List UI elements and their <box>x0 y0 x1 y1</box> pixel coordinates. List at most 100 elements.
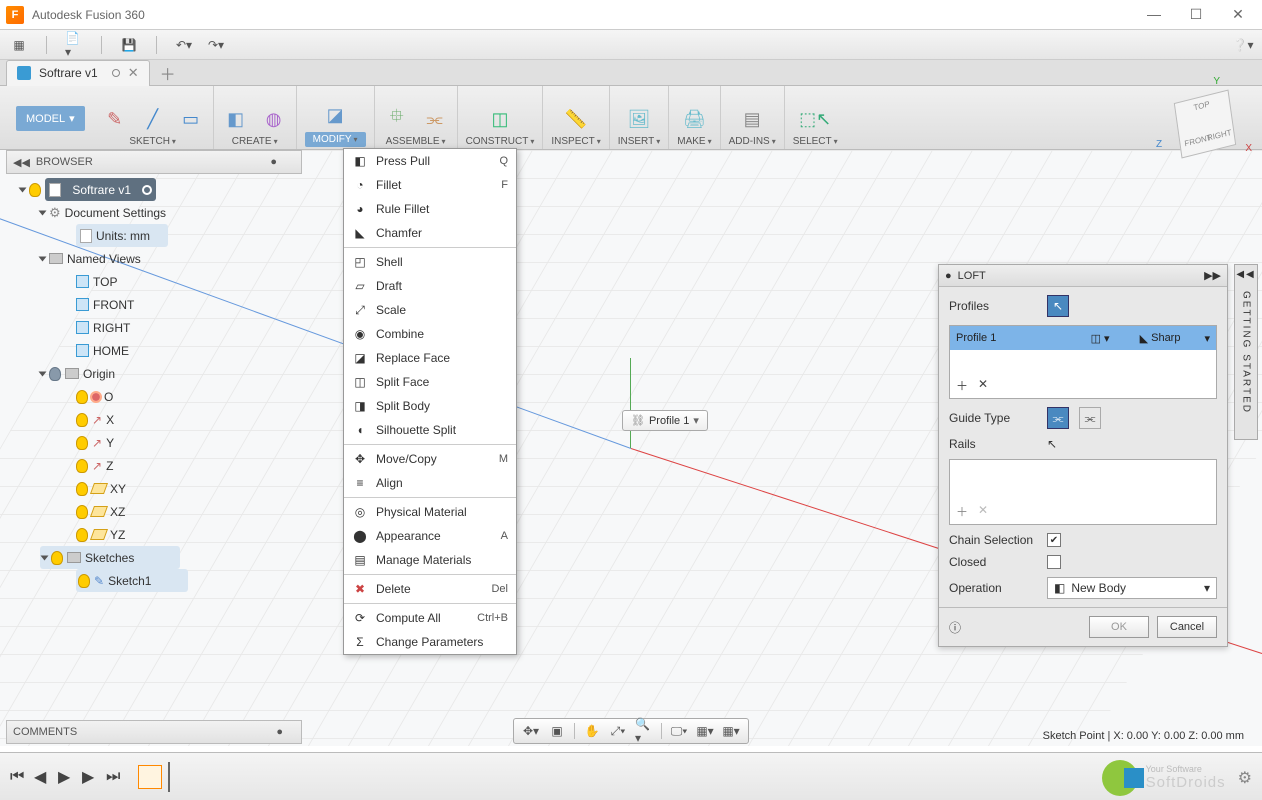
profiles-select-button[interactable]: ↖ <box>1047 295 1069 317</box>
chevron-down-icon[interactable]: ▾ <box>1204 332 1210 345</box>
grid-menu-icon[interactable]: ▦ <box>10 36 28 54</box>
tree-origin-z[interactable]: Z <box>106 459 113 473</box>
chevron-down-icon[interactable]: ▾ <box>693 414 699 427</box>
menu-draft[interactable]: ▱Draft <box>344 274 516 298</box>
bulb-icon[interactable] <box>76 482 88 496</box>
menu-align[interactable]: ≡Align <box>344 471 516 495</box>
pan-icon[interactable]: ✋ <box>583 722 601 740</box>
menu-rule-fillet[interactable]: ◕Rule Fillet <box>344 197 516 221</box>
menu-manage-materials[interactable]: ▤Manage Materials <box>344 548 516 572</box>
tree-origin-x[interactable]: X <box>106 413 114 427</box>
display-icon[interactable]: 🖵▾ <box>670 722 688 740</box>
menu-silhouette-split[interactable]: ◖Silhouette Split <box>344 418 516 442</box>
redo-icon[interactable]: ↷▾ <box>207 36 225 54</box>
panel-dot-icon[interactable]: ● <box>270 156 277 168</box>
chevron-down-icon[interactable]: ▾ <box>1204 581 1210 595</box>
bulb-icon[interactable] <box>76 390 88 404</box>
cancel-button[interactable]: Cancel <box>1157 616 1217 638</box>
timeline-marker[interactable] <box>168 762 170 792</box>
tree-origin-xy[interactable]: XY <box>110 482 126 496</box>
ok-button[interactable]: OK <box>1089 616 1149 638</box>
browser-header[interactable]: ◀◀ BROWSER ● <box>6 150 302 174</box>
box-tool-icon[interactable]: ◧ <box>222 105 250 133</box>
menu-physical-material[interactable]: ◎Physical Material <box>344 500 516 524</box>
ribbon-modify-group[interactable]: ◪ MODIFY▾ <box>297 86 375 149</box>
close-button[interactable]: ✕ <box>1226 6 1250 23</box>
viewcube[interactable]: Y X Z TOP FRONT RIGHT <box>1170 90 1240 160</box>
timeline-next-icon[interactable]: ▶ <box>82 767 98 787</box>
sketch-tool-icon[interactable]: ✎ <box>101 105 129 133</box>
maximize-button[interactable]: ☐ <box>1184 6 1208 23</box>
orbit-icon[interactable]: ✥▾ <box>522 722 540 740</box>
bulb-icon[interactable] <box>76 413 88 427</box>
bulb-icon[interactable] <box>78 574 90 588</box>
add-profile-button[interactable]: ＋ <box>956 377 968 394</box>
zoom-window-icon[interactable]: 🔍▾ <box>635 722 653 740</box>
bulb-icon[interactable] <box>76 528 88 542</box>
bulb-icon[interactable] <box>76 505 88 519</box>
profile-row-1[interactable]: Profile 1 ◫ ▾ ◣ Sharp ▾ <box>950 326 1216 350</box>
insert-tool-icon[interactable]: 🖼 <box>625 105 653 133</box>
tree-origin-y[interactable]: Y <box>106 436 114 450</box>
add-rail-button[interactable]: ＋ <box>956 503 968 520</box>
tree-root[interactable]: Softrare v1 <box>45 178 156 201</box>
lookat-icon[interactable]: ▣ <box>548 722 566 740</box>
asm-tool-icon[interactable]: ⫘ <box>421 105 449 133</box>
tree-units[interactable]: Units: mm <box>96 229 150 243</box>
profile-list[interactable]: Profile 1 ◫ ▾ ◣ Sharp ▾ ＋ ✕ <box>949 325 1217 399</box>
select-tool-icon[interactable]: ⬚↖ <box>801 105 829 133</box>
addins-tool-icon[interactable]: ▤ <box>738 105 766 133</box>
panel-dot-icon[interactable]: ● <box>276 726 283 738</box>
rails-list[interactable]: ＋ ✕ <box>949 459 1217 525</box>
tree-named-views[interactable]: Named Views <box>67 252 141 266</box>
menu-split-body[interactable]: ◨Split Body <box>344 394 516 418</box>
menu-scale[interactable]: ⤢Scale <box>344 298 516 322</box>
line-tool-icon[interactable]: ╱ <box>139 105 167 133</box>
guide-type-option-2[interactable]: ⫘ <box>1079 407 1101 429</box>
tree-origin[interactable]: Origin <box>83 367 115 381</box>
tree-sketches[interactable]: Sketches <box>85 551 134 565</box>
tree-view-right[interactable]: RIGHT <box>93 321 130 335</box>
guide-type-option-1[interactable]: ⫘ <box>1047 407 1069 429</box>
menu-appearance[interactable]: ⬤AppearanceA <box>344 524 516 548</box>
canvas-profile-label[interactable]: ⛓ Profile 1 ▾ <box>622 410 708 431</box>
rect-tool-icon[interactable]: ▭ <box>177 105 205 133</box>
undo-icon[interactable]: ↶▾ <box>175 36 193 54</box>
document-tab[interactable]: Softrare v1 ✕ <box>6 60 150 86</box>
minimize-button[interactable]: — <box>1142 6 1166 23</box>
timeline-play-icon[interactable]: ▶ <box>58 767 74 787</box>
plane-tool-icon[interactable]: ◫ <box>486 105 514 133</box>
profile-options-icon[interactable]: ◫ ▾ <box>1091 332 1110 345</box>
joint-tool-icon[interactable]: ⯐ <box>383 105 411 133</box>
closed-checkbox[interactable] <box>1047 555 1061 569</box>
collapse-arrows-icon[interactable]: ◀◀ <box>13 156 30 169</box>
chain-selection-checkbox[interactable]: ✔ <box>1047 533 1061 547</box>
timeline-last-icon[interactable]: ⏭ <box>106 768 122 786</box>
collapse-arrows-icon[interactable]: ◀◀ <box>1236 269 1255 280</box>
save-icon[interactable]: 💾 <box>120 36 138 54</box>
tree-view-front[interactable]: FRONT <box>93 298 134 312</box>
bulb-icon[interactable] <box>76 436 88 450</box>
grid-settings-icon[interactable]: ▦▾ <box>696 722 714 740</box>
remove-rail-button[interactable]: ✕ <box>978 503 988 520</box>
comments-panel-header[interactable]: COMMENTS ● <box>6 720 302 744</box>
close-tab-icon[interactable]: ✕ <box>128 65 139 81</box>
help-icon[interactable]: ❔▾ <box>1234 36 1252 54</box>
viewcube-right[interactable]: RIGHT <box>1206 128 1232 143</box>
bulb-icon[interactable] <box>76 459 88 473</box>
remove-profile-button[interactable]: ✕ <box>978 377 988 394</box>
sphere-tool-icon[interactable]: ◍ <box>260 105 288 133</box>
operation-select[interactable]: ◧ New Body ▾ <box>1047 577 1217 599</box>
modify-tool-icon[interactable]: ◪ <box>321 101 349 129</box>
timeline-prev-icon[interactable]: ◀ <box>34 767 50 787</box>
make-tool-icon[interactable]: 🖨 <box>680 105 708 133</box>
tree-view-home[interactable]: HOME <box>93 344 129 358</box>
tree-origin-yz[interactable]: YZ <box>110 528 125 542</box>
menu-delete[interactable]: ✖DeleteDel <box>344 577 516 601</box>
tree-sketch1[interactable]: Sketch1 <box>108 574 151 588</box>
zoom-icon[interactable]: ⤢▾ <box>609 722 627 740</box>
bulb-icon[interactable] <box>49 367 61 381</box>
menu-replace-face[interactable]: ◪Replace Face <box>344 346 516 370</box>
getting-started-tab[interactable]: ◀◀ GETTING STARTED <box>1234 264 1258 440</box>
menu-move-copy[interactable]: ✥Move/CopyM <box>344 447 516 471</box>
